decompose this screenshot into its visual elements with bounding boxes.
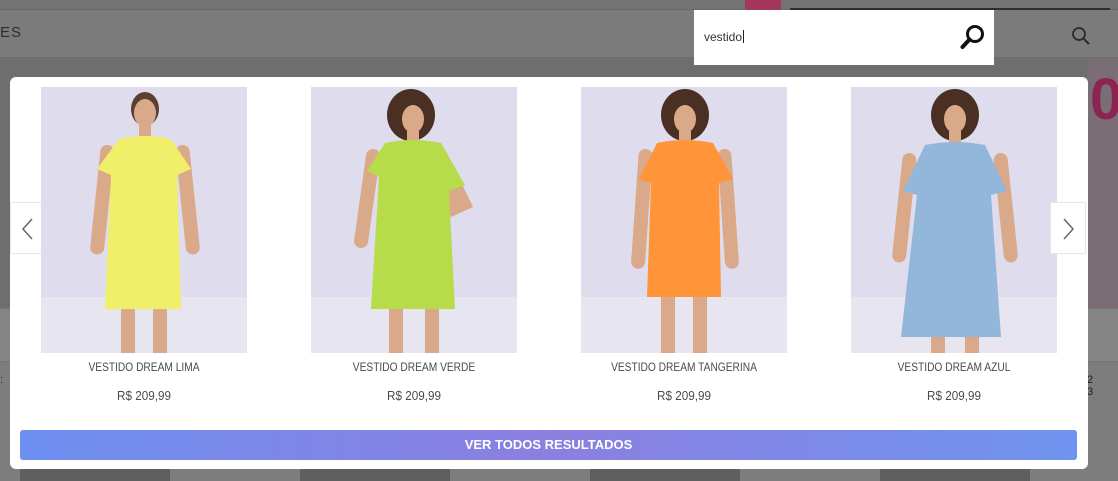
sort-label-partial: : (0, 374, 4, 386)
dress-shape (97, 136, 191, 309)
search-box: vestido (694, 10, 994, 65)
product-card[interactable]: VESTIDO DREAM VERDE R$ 209,99 (311, 87, 517, 403)
product-card[interactable]: VESTIDO DREAM LIMA R$ 209,99 (41, 87, 247, 403)
magnifier-icon[interactable] (960, 24, 986, 50)
product-price: R$ 209,99 (387, 388, 441, 403)
product-card[interactable]: VESTIDO DREAM AZUL R$ 209,99 (851, 87, 1057, 403)
search-input-value: vestido (704, 30, 743, 44)
product-name[interactable]: VESTIDO DREAM AZUL (866, 360, 1041, 374)
dress-shape (367, 140, 465, 309)
search-input[interactable]: vestido (704, 30, 745, 44)
product-image[interactable] (581, 87, 787, 353)
view-all-results-button[interactable]: VER TODOS RESULTADOS (20, 430, 1077, 460)
product-image[interactable] (311, 87, 517, 353)
brand-accent-block (745, 0, 781, 10)
product-image[interactable] (41, 87, 247, 353)
carousel-next-button[interactable] (1050, 202, 1086, 254)
product-image[interactable] (851, 87, 1057, 353)
search-results-popup: VESTIDO DREAM LIMA R$ 209,99 VESTIDO DRE… (10, 77, 1088, 469)
hero-banner-text: 0 (1090, 67, 1118, 132)
chevron-left-icon (21, 218, 33, 240)
nav-menu-item-partial[interactable]: ES (0, 24, 22, 41)
product-card[interactable]: VESTIDO DREAM TANGERINA R$ 209,99 (581, 87, 787, 403)
pagination[interactable]: 2 3 (1087, 374, 1118, 398)
product-price: R$ 209,99 (117, 388, 171, 403)
product-price: R$ 209,99 (657, 388, 711, 403)
product-price: R$ 209,99 (927, 388, 981, 403)
product-name[interactable]: VESTIDO DREAM LIMA (56, 360, 231, 374)
dress-shape (901, 142, 1007, 337)
product-name[interactable]: VESTIDO DREAM VERDE (326, 360, 501, 374)
search-icon[interactable] (1071, 26, 1091, 46)
text-caret (743, 30, 745, 43)
dress-shape (639, 140, 733, 297)
product-name[interactable]: VESTIDO DREAM TANGERINA (596, 360, 771, 374)
chevron-right-icon (1063, 218, 1075, 240)
